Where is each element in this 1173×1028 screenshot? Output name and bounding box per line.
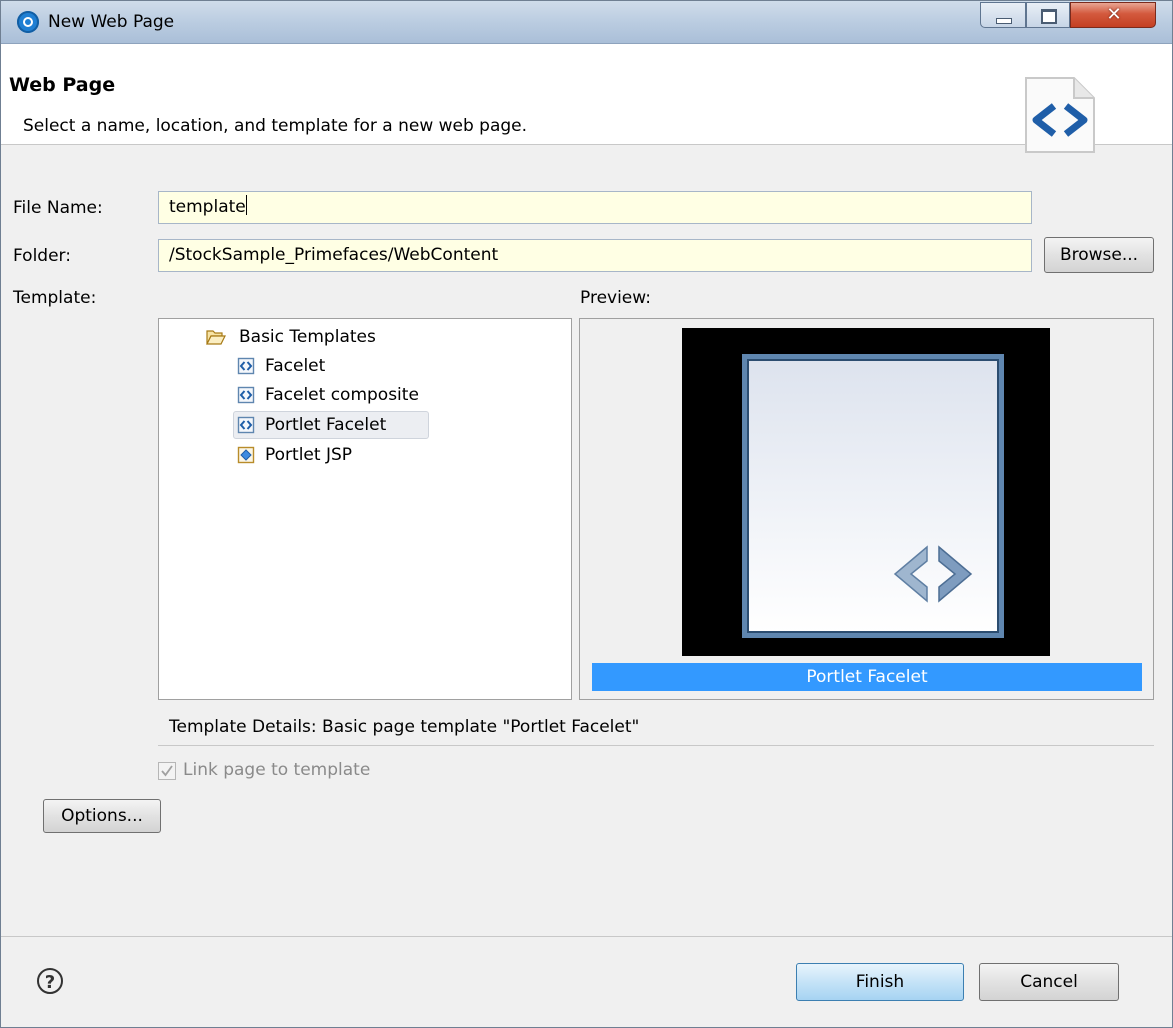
- preview-page-thumbnail: [742, 354, 1004, 638]
- facelet-file-icon: [237, 386, 255, 404]
- tree-item-basic-templates[interactable]: Basic Templates: [201, 323, 441, 351]
- link-template-label: Link page to template: [183, 760, 371, 780]
- maximize-icon: [1041, 9, 1057, 24]
- app-icon: [17, 11, 39, 33]
- preview-label: Preview:: [580, 288, 651, 308]
- template-preview: Portlet Facelet: [579, 318, 1154, 700]
- title-bar[interactable]: New Web Page ✕: [1, 1, 1172, 44]
- help-icon[interactable]: ?: [37, 968, 63, 994]
- page-description: Select a name, location, and template fo…: [23, 116, 528, 136]
- new-web-page-dialog: New Web Page ✕ Web Page Select a name, l…: [0, 0, 1173, 1028]
- finish-button[interactable]: Finish: [796, 963, 964, 1001]
- preview-image: [682, 328, 1050, 656]
- folder-value: /StockSample_Primefaces/WebContent: [169, 245, 499, 265]
- template-details: Template Details: Basic page template "P…: [169, 717, 640, 737]
- text-caret: [245, 195, 247, 215]
- tree-item-portlet-jsp[interactable]: Portlet JSP: [233, 441, 433, 469]
- preview-caption: Portlet Facelet: [592, 663, 1142, 691]
- facelet-file-icon: [237, 416, 255, 434]
- file-name-value: template: [169, 197, 246, 217]
- tree-item-label: Portlet JSP: [265, 445, 353, 465]
- tree-item-facelet[interactable]: Facelet: [233, 352, 443, 380]
- tree-item-label: Portlet Facelet: [265, 415, 387, 435]
- facelet-file-icon: [237, 357, 255, 375]
- checkmark-icon: [161, 765, 173, 777]
- browse-button[interactable]: Browse...: [1044, 237, 1154, 273]
- close-icon: ✕: [1106, 4, 1122, 25]
- minimize-icon: [996, 18, 1012, 24]
- separator: [158, 745, 1154, 746]
- folder-open-icon: [206, 330, 226, 345]
- maximize-button[interactable]: [1026, 2, 1070, 28]
- web-page-file-icon: [1025, 77, 1095, 153]
- tree-item-portlet-facelet[interactable]: Portlet Facelet: [233, 411, 429, 439]
- tree-item-label: Facelet: [265, 356, 326, 376]
- footer-separator: [1, 936, 1172, 937]
- wizard-banner: Web Page Select a name, location, and te…: [1, 44, 1172, 153]
- code-brackets-icon: [893, 545, 973, 603]
- minimize-button[interactable]: [980, 2, 1026, 28]
- folder-input[interactable]: /StockSample_Primefaces/WebContent: [158, 239, 1032, 272]
- tree-item-label: Facelet composite: [265, 385, 419, 405]
- folder-label: Folder:: [13, 246, 71, 266]
- cancel-button[interactable]: Cancel: [979, 963, 1119, 1001]
- page-title: Web Page: [9, 74, 116, 96]
- tree-item-facelet-composite[interactable]: Facelet composite: [233, 381, 473, 409]
- file-name-label: File Name:: [13, 198, 103, 218]
- window-title: New Web Page: [48, 12, 175, 32]
- options-button[interactable]: Options...: [43, 799, 161, 833]
- template-tree[interactable]: Basic Templates Facelet Facelet composit…: [158, 318, 572, 700]
- file-name-input[interactable]: template: [158, 191, 1032, 224]
- jsp-file-icon: [237, 446, 255, 464]
- tree-item-label: Basic Templates: [239, 327, 376, 347]
- close-button[interactable]: ✕: [1070, 2, 1156, 28]
- template-label: Template:: [13, 288, 97, 308]
- link-template-checkbox[interactable]: [158, 762, 176, 780]
